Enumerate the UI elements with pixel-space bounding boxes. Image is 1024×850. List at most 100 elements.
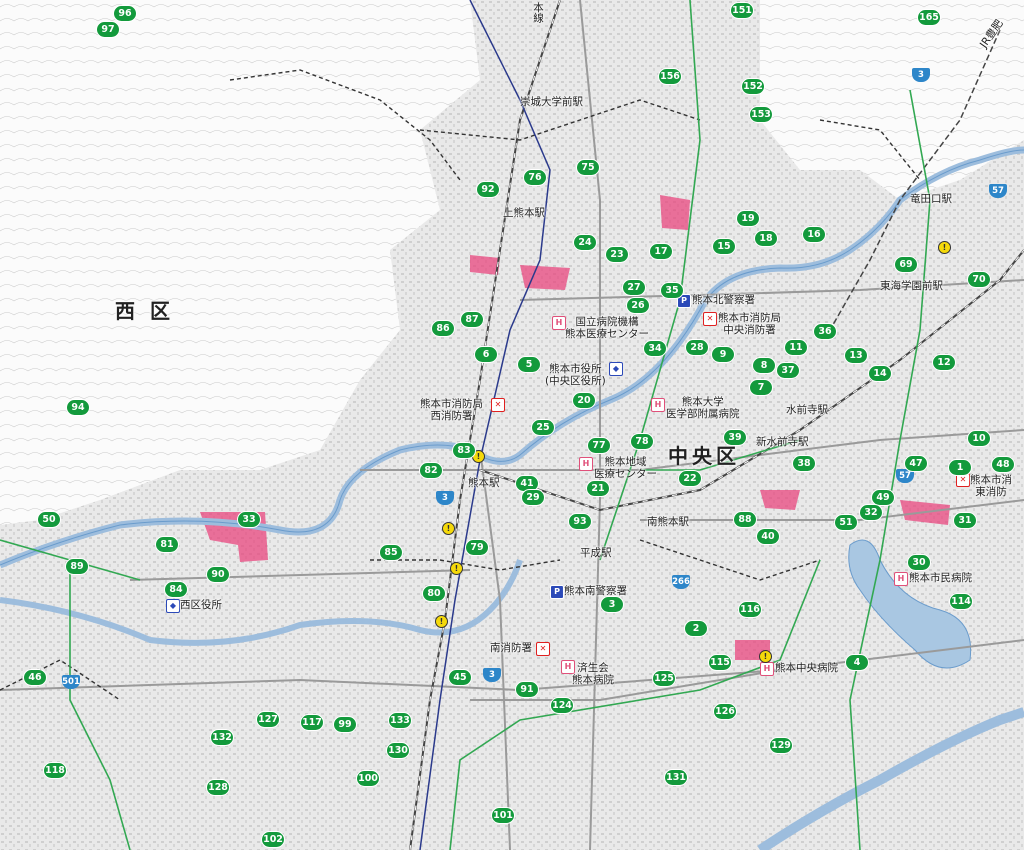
shelter-marker-46[interactable]: 46 xyxy=(24,670,46,685)
shelter-marker-36[interactable]: 36 xyxy=(814,324,836,339)
shelter-marker-86[interactable]: 86 xyxy=(432,321,454,336)
shelter-marker-156[interactable]: 156 xyxy=(659,69,681,84)
shelter-marker-91[interactable]: 91 xyxy=(516,682,538,697)
shelter-marker-130[interactable]: 130 xyxy=(387,743,409,758)
shelter-marker-5[interactable]: 5 xyxy=(518,357,540,372)
warning-icon[interactable]: ! xyxy=(442,522,455,535)
shelter-marker-124[interactable]: 124 xyxy=(551,698,573,713)
shelter-marker-151[interactable]: 151 xyxy=(731,3,753,18)
shelter-marker-19[interactable]: 19 xyxy=(737,211,759,226)
shelter-marker-11[interactable]: 11 xyxy=(785,340,807,355)
hospital-icon[interactable]: H xyxy=(552,316,566,330)
shelter-marker-76[interactable]: 76 xyxy=(524,170,546,185)
shelter-marker-38[interactable]: 38 xyxy=(793,456,815,471)
shelter-marker-2[interactable]: 2 xyxy=(685,621,707,636)
shelter-marker-152[interactable]: 152 xyxy=(742,79,764,94)
shelter-marker-85[interactable]: 85 xyxy=(380,545,402,560)
shelter-marker-118[interactable]: 118 xyxy=(44,763,66,778)
shelter-marker-4[interactable]: 4 xyxy=(846,655,868,670)
shelter-marker-32[interactable]: 32 xyxy=(860,505,882,520)
shelter-marker-1[interactable]: 1 xyxy=(949,460,971,475)
shelter-marker-24[interactable]: 24 xyxy=(574,235,596,250)
shelter-marker-10[interactable]: 10 xyxy=(968,431,990,446)
warning-icon[interactable]: ! xyxy=(759,650,772,663)
shelter-marker-45[interactable]: 45 xyxy=(449,670,471,685)
shelter-marker-12[interactable]: 12 xyxy=(933,355,955,370)
shelter-marker-127[interactable]: 127 xyxy=(257,712,279,727)
shelter-marker-39[interactable]: 39 xyxy=(724,430,746,445)
hospital-icon[interactable]: H xyxy=(894,572,908,586)
shelter-marker-40[interactable]: 40 xyxy=(757,529,779,544)
shelter-marker-87[interactable]: 87 xyxy=(461,312,483,327)
shelter-marker-132[interactable]: 132 xyxy=(211,730,233,745)
city-office-icon[interactable]: ◆ xyxy=(609,362,623,376)
shelter-marker-153[interactable]: 153 xyxy=(750,107,772,122)
shelter-marker-13[interactable]: 13 xyxy=(845,348,867,363)
shelter-marker-21[interactable]: 21 xyxy=(587,481,609,496)
shelter-marker-9[interactable]: 9 xyxy=(712,347,734,362)
fire-station-icon[interactable]: ✕ xyxy=(703,312,717,326)
shelter-marker-75[interactable]: 75 xyxy=(577,160,599,175)
shelter-marker-34[interactable]: 34 xyxy=(644,341,666,356)
shelter-marker-35[interactable]: 35 xyxy=(661,283,683,298)
shelter-marker-22[interactable]: 22 xyxy=(679,471,701,486)
shelter-marker-51[interactable]: 51 xyxy=(835,515,857,530)
shelter-marker-47[interactable]: 47 xyxy=(905,456,927,471)
shelter-marker-29[interactable]: 29 xyxy=(522,490,544,505)
shelter-marker-125[interactable]: 125 xyxy=(653,671,675,686)
shelter-marker-128[interactable]: 128 xyxy=(207,780,229,795)
warning-icon[interactable]: ! xyxy=(938,241,951,254)
fire-station-icon[interactable]: ✕ xyxy=(536,642,550,656)
shelter-marker-20[interactable]: 20 xyxy=(573,393,595,408)
shelter-marker-17[interactable]: 17 xyxy=(650,244,672,259)
shelter-marker-92[interactable]: 92 xyxy=(477,182,499,197)
shelter-marker-88[interactable]: 88 xyxy=(734,512,756,527)
shelter-marker-117[interactable]: 117 xyxy=(301,715,323,730)
hazard-map[interactable]: 西 区 中央区 崇城大学前駅 上熊本駅 熊本駅 南熊本駅 平成駅 水前寺駅 新水… xyxy=(0,0,1024,850)
shelter-marker-37[interactable]: 37 xyxy=(777,363,799,378)
shelter-marker-16[interactable]: 16 xyxy=(803,227,825,242)
shelter-marker-100[interactable]: 100 xyxy=(357,771,379,786)
shelter-marker-80[interactable]: 80 xyxy=(423,586,445,601)
shelter-marker-102[interactable]: 102 xyxy=(262,832,284,847)
shelter-marker-3[interactable]: 3 xyxy=(601,597,623,612)
shelter-marker-15[interactable]: 15 xyxy=(713,239,735,254)
shelter-marker-50[interactable]: 50 xyxy=(38,512,60,527)
shelter-marker-116[interactable]: 116 xyxy=(739,602,761,617)
shelter-marker-96[interactable]: 96 xyxy=(114,6,136,21)
shelter-marker-93[interactable]: 93 xyxy=(569,514,591,529)
shelter-marker-33[interactable]: 33 xyxy=(238,512,260,527)
shelter-marker-129[interactable]: 129 xyxy=(770,738,792,753)
shelter-marker-133[interactable]: 133 xyxy=(389,713,411,728)
shelter-marker-8[interactable]: 8 xyxy=(753,358,775,373)
shelter-marker-97[interactable]: 97 xyxy=(97,22,119,37)
shelter-marker-77[interactable]: 77 xyxy=(588,438,610,453)
warning-icon[interactable]: ! xyxy=(435,615,448,628)
hospital-icon[interactable]: H xyxy=(651,398,665,412)
shelter-marker-94[interactable]: 94 xyxy=(67,400,89,415)
shelter-marker-114[interactable]: 114 xyxy=(950,594,972,609)
shelter-marker-79[interactable]: 79 xyxy=(466,540,488,555)
shelter-marker-23[interactable]: 23 xyxy=(606,247,628,262)
ward-office-icon[interactable]: ◆ xyxy=(166,599,180,613)
warning-icon[interactable]: ! xyxy=(450,562,463,575)
shelter-marker-28[interactable]: 28 xyxy=(686,340,708,355)
shelter-marker-83[interactable]: 83 xyxy=(453,443,475,458)
shelter-marker-90[interactable]: 90 xyxy=(207,567,229,582)
hospital-icon[interactable]: H xyxy=(760,662,774,676)
shelter-marker-131[interactable]: 131 xyxy=(665,770,687,785)
shelter-marker-6[interactable]: 6 xyxy=(475,347,497,362)
shelter-marker-41[interactable]: 41 xyxy=(516,476,538,491)
shelter-marker-165[interactable]: 165 xyxy=(918,10,940,25)
shelter-marker-31[interactable]: 31 xyxy=(954,513,976,528)
shelter-marker-69[interactable]: 69 xyxy=(895,257,917,272)
shelter-marker-115[interactable]: 115 xyxy=(709,655,731,670)
shelter-marker-89[interactable]: 89 xyxy=(66,559,88,574)
shelter-marker-49[interactable]: 49 xyxy=(872,490,894,505)
shelter-marker-84[interactable]: 84 xyxy=(165,582,187,597)
shelter-marker-81[interactable]: 81 xyxy=(156,537,178,552)
shelter-marker-14[interactable]: 14 xyxy=(869,366,891,381)
shelter-marker-27[interactable]: 27 xyxy=(623,280,645,295)
shelter-marker-26[interactable]: 26 xyxy=(627,298,649,313)
shelter-marker-101[interactable]: 101 xyxy=(492,808,514,823)
